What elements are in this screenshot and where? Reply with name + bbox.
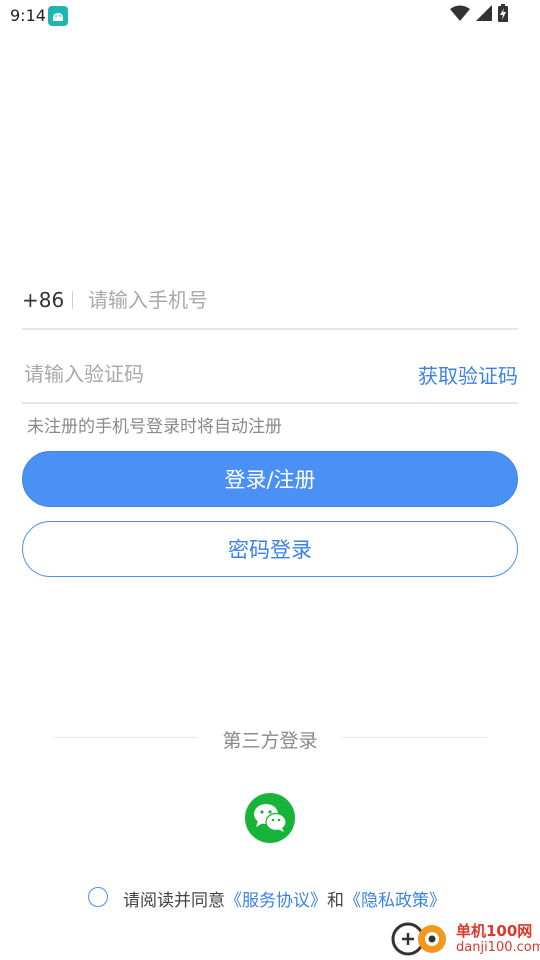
- code-row: 获取验证码: [22, 348, 518, 404]
- phone-input[interactable]: [88, 286, 508, 314]
- third-party-label: 第三方登录: [222, 730, 318, 752]
- status-time: 9:14: [10, 6, 46, 25]
- android-robot-icon: [48, 6, 68, 26]
- agreement-conjunction: 和: [327, 891, 344, 911]
- agreement-prefix: 请阅读并同意: [123, 891, 225, 911]
- agreement-checkbox[interactable]: [88, 887, 108, 907]
- login-register-button[interactable]: 登录/注册: [22, 451, 518, 507]
- status-bar: 9:14: [0, 0, 540, 32]
- verification-code-input[interactable]: [24, 360, 354, 388]
- phone-row: +86: [22, 274, 518, 330]
- privacy-policy-link[interactable]: 《隐私政策》: [344, 891, 446, 911]
- auto-register-hint: 未注册的手机号登录时将自动注册: [27, 417, 282, 437]
- get-code-button[interactable]: 获取验证码: [418, 360, 518, 389]
- battery-charging-icon: [498, 4, 508, 26]
- cell-signal-icon: [476, 5, 492, 25]
- watermark-title: 单机100网: [456, 922, 533, 940]
- agreement-text: 请阅读并同意《服务协议》和《隐私政策》: [123, 886, 446, 911]
- watermark-url: danji100.com: [456, 940, 540, 955]
- wechat-login-button[interactable]: [245, 793, 295, 843]
- service-agreement-link[interactable]: 《服务协议》: [225, 891, 327, 911]
- wechat-icon: [254, 804, 287, 832]
- country-code-divider: [72, 291, 73, 309]
- wifi-icon: [450, 5, 470, 25]
- login-screen: 9:14 +86 请输入手机号 请输入验证码 获取验证码 未注册的手机号登录时将…: [0, 0, 540, 960]
- status-indicators: [450, 4, 508, 26]
- watermark: 单机100网 danji100.com: [390, 918, 540, 960]
- country-code[interactable]: +86: [22, 288, 64, 312]
- watermark-logo-icon: [391, 922, 446, 956]
- password-login-button[interactable]: 密码登录: [22, 521, 518, 577]
